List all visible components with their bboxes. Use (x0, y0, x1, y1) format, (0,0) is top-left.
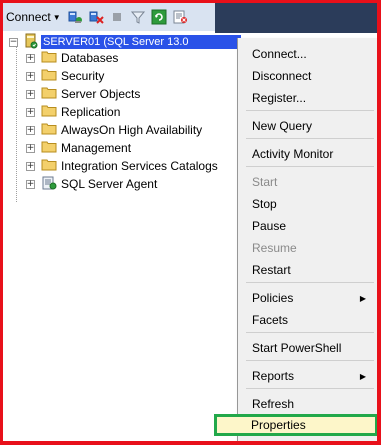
menu-item-start-powershell[interactable]: Start PowerShell (239, 337, 376, 359)
tree-connector-line (16, 46, 17, 202)
menu-item-register[interactable]: Register... (239, 87, 376, 109)
stop-icon[interactable] (109, 9, 125, 25)
tree-node-label: Replication (61, 105, 121, 119)
menu-item-properties[interactable]: Properties (214, 414, 378, 436)
collapse-icon[interactable]: − (9, 37, 18, 47)
agent-icon (41, 176, 57, 193)
filter-icon[interactable] (130, 9, 146, 25)
menu-item-label: Policies (252, 291, 294, 305)
expand-icon[interactable]: + (26, 89, 35, 99)
menu-item-label: Start PowerShell (252, 341, 342, 355)
menu-item-reports[interactable]: Reports ▶ (239, 365, 376, 387)
tree-node-databases[interactable]: + Databases (26, 49, 118, 67)
menu-item-refresh[interactable]: Refresh (239, 393, 376, 415)
tree-node-label: SQL Server Agent (61, 177, 158, 191)
folder-icon (41, 68, 57, 84)
tree-node-management[interactable]: + Management (26, 139, 131, 157)
expand-icon[interactable]: + (26, 71, 35, 81)
menu-item-activity-monitor[interactable]: Activity Monitor (239, 143, 376, 165)
menu-separator (246, 332, 374, 333)
expand-icon[interactable]: + (26, 125, 35, 135)
menu-item-label: Properties (251, 418, 306, 432)
red-frame-left (0, 0, 3, 445)
menu-item-label: Stop (252, 197, 277, 211)
menu-item-stop[interactable]: Stop (239, 193, 376, 215)
tree-node-sql-server-agent[interactable]: + SQL Server Agent (26, 175, 157, 193)
menu-item-new-query[interactable]: New Query (239, 115, 376, 137)
menu-item-label: Facets (252, 313, 289, 327)
folder-icon (41, 158, 57, 174)
menu-item-connect[interactable]: Connect... (239, 43, 376, 65)
menu-item-label: Reports (252, 369, 295, 383)
menu-separator (246, 166, 374, 167)
background-window (215, 3, 377, 33)
expand-icon[interactable]: + (26, 53, 35, 63)
menu-item-label: Activity Monitor (252, 147, 334, 161)
folder-icon (41, 122, 57, 138)
tree-node-label: Server Objects (61, 87, 141, 101)
folder-icon (41, 104, 57, 120)
summary-icon[interactable] (172, 9, 188, 25)
menu-item-label: Start (252, 175, 278, 189)
refresh-icon[interactable] (151, 9, 167, 25)
menu-item-pause[interactable]: Pause (239, 215, 376, 237)
menu-item-label: New Query (252, 119, 313, 133)
tree-node-label: Integration Services Catalogs (61, 159, 218, 173)
menu-item-disconnect[interactable]: Disconnect (239, 65, 376, 87)
red-frame-right (377, 0, 381, 445)
tree-node-label: AlwaysOn High Availability (61, 123, 203, 137)
red-frame-bottom (0, 441, 381, 445)
submenu-arrow-icon: ▶ (359, 371, 366, 381)
menu-item-label: Register... (252, 91, 307, 105)
expand-icon[interactable]: + (26, 161, 35, 171)
menu-separator (246, 138, 374, 139)
connect-object-explorer-icon[interactable] (67, 9, 83, 25)
menu-item-label: Refresh (252, 397, 295, 411)
tree-node-label: Management (61, 141, 132, 155)
menu-separator (246, 360, 374, 361)
expand-icon[interactable]: + (26, 179, 35, 189)
menu-item-start[interactable]: Start (239, 171, 376, 193)
submenu-arrow-icon: ▶ (359, 293, 366, 303)
tree-node-alwayson[interactable]: + AlwaysOn High Availability (26, 121, 202, 139)
menu-item-label: Disconnect (252, 69, 312, 83)
menu-item-label: Restart (252, 263, 291, 277)
menu-item-policies[interactable]: Policies ▶ (239, 287, 376, 309)
server-node[interactable]: − SERVER01 (SQL Server 13.0 (9, 33, 241, 50)
connect-label: Connect (6, 10, 51, 24)
folder-icon (41, 86, 57, 102)
tree-node-replication[interactable]: + Replication (26, 103, 120, 121)
tree-node-server-objects[interactable]: + Server Objects (26, 85, 140, 103)
tree-node-label: Security (61, 69, 105, 83)
folder-icon (41, 140, 57, 156)
tree-node-security[interactable]: + Security (26, 67, 104, 85)
server-context-menu: Connect... Disconnect Register... New Qu… (214, 38, 378, 441)
tree-node-label: Databases (61, 51, 119, 65)
menu-item-label: Resume (252, 241, 297, 255)
tree-node-integration-services[interactable]: + Integration Services Catalogs (26, 157, 218, 175)
object-explorer-tree: − SERVER01 (SQL Server 13.0 + Databases … (3, 31, 241, 441)
expand-icon[interactable]: + (26, 143, 35, 153)
chevron-down-icon: ▼ (52, 12, 61, 22)
connect-dropdown-button[interactable]: Connect ▼ (6, 10, 61, 24)
menu-item-label: Connect... (252, 47, 307, 61)
menu-item-resume[interactable]: Resume (239, 237, 376, 259)
expand-icon[interactable]: + (26, 107, 35, 117)
red-frame-top (0, 0, 381, 3)
disconnect-icon[interactable] (88, 9, 104, 25)
menu-separator (246, 282, 374, 283)
menu-separator (246, 388, 374, 389)
menu-item-facets[interactable]: Facets (239, 309, 376, 331)
folder-icon (41, 50, 57, 66)
menu-item-label: Pause (252, 219, 287, 233)
server-name-label: SERVER01 (SQL Server 13.0 (41, 35, 241, 49)
menu-separator (246, 110, 374, 111)
menu-item-restart[interactable]: Restart (239, 259, 376, 281)
object-explorer-toolbar: Connect ▼ (3, 3, 215, 32)
